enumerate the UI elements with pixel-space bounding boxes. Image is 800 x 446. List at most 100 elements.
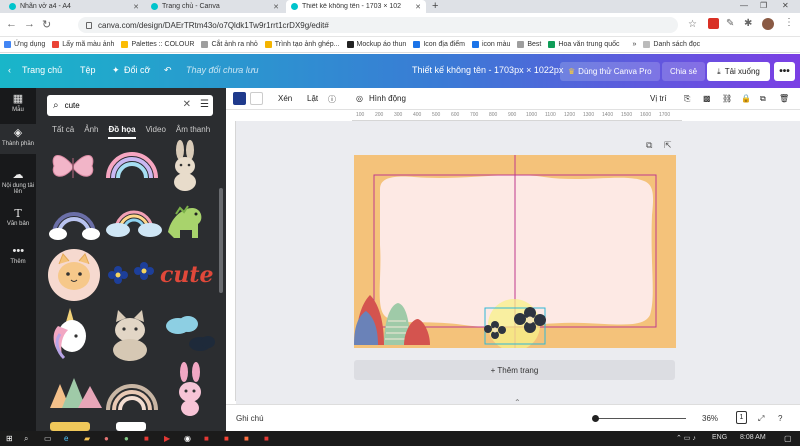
bookmarks-more-icon[interactable]: » bbox=[633, 41, 637, 48]
position-button[interactable]: Vị trí bbox=[650, 94, 666, 103]
zoom-slider-handle[interactable] bbox=[592, 415, 599, 422]
app-icon[interactable]: ● bbox=[104, 434, 109, 443]
search-box[interactable]: ⌕ ✕ ☰ bbox=[47, 95, 213, 116]
unicorn-sticker[interactable] bbox=[48, 304, 98, 362]
url-field[interactable]: canva.com/design/DAErTRtm43o/o7Qldk1Tw9r… bbox=[78, 17, 678, 33]
sticker-partial[interactable] bbox=[116, 422, 146, 431]
paint-format-icon[interactable]: ⎘ bbox=[684, 94, 690, 104]
resize-button[interactable]: Đổi cỡ bbox=[124, 65, 150, 75]
add-page-button[interactable]: + Thêm trang bbox=[354, 360, 675, 380]
cat-face-sticker[interactable] bbox=[47, 248, 101, 302]
reading-list[interactable]: Danh sách đọc bbox=[643, 41, 700, 48]
rainbow-sticker[interactable] bbox=[104, 150, 160, 180]
edge-icon[interactable]: e bbox=[64, 434, 68, 443]
bookmark[interactable]: icon màu bbox=[471, 41, 510, 48]
puzzle-icon[interactable]: ✱ bbox=[744, 18, 752, 29]
tray-icons[interactable]: ⌃ ▭ ♪ bbox=[676, 434, 696, 442]
pink-bunny-sticker[interactable] bbox=[170, 362, 210, 418]
tab-graphics[interactable]: Đồ họa bbox=[108, 125, 136, 139]
undo-icon[interactable]: ↶ bbox=[164, 65, 172, 76]
app-icon[interactable]: ■ bbox=[264, 434, 269, 443]
app-icon[interactable]: ■ bbox=[224, 434, 229, 443]
sticker-partial[interactable] bbox=[50, 422, 90, 431]
rail-item-more[interactable]: ••• Thêm bbox=[0, 246, 36, 272]
back-chevron-icon[interactable]: ‹ bbox=[8, 65, 11, 75]
file-explorer-icon[interactable]: ▰ bbox=[84, 434, 90, 443]
app-icon[interactable]: ■ bbox=[244, 434, 249, 443]
transparency-icon[interactable]: ▩ bbox=[703, 94, 711, 103]
fullscreen-icon[interactable]: ⤢ bbox=[758, 414, 764, 424]
bookmark[interactable]: Best bbox=[517, 41, 541, 48]
bookmark-apps[interactable]: Ứng dụng bbox=[4, 41, 45, 48]
animate-button[interactable]: Hình động bbox=[369, 94, 406, 103]
close-tab-icon[interactable]: ✕ bbox=[273, 3, 279, 11]
pen-icon[interactable]: ✎ bbox=[726, 18, 734, 29]
color-swatch[interactable] bbox=[233, 92, 246, 105]
back-icon[interactable]: ← bbox=[6, 18, 17, 30]
bookmark[interactable]: Palettes :: COLOUR bbox=[121, 41, 194, 48]
share-button[interactable]: Chia sẻ bbox=[662, 62, 706, 81]
file-menu[interactable]: Tệp bbox=[80, 65, 96, 75]
bookmark[interactable]: Mockup áo thun bbox=[346, 41, 406, 48]
flip-button[interactable]: Lật bbox=[307, 94, 318, 103]
app-icon[interactable]: ■ bbox=[204, 434, 209, 443]
bookmark[interactable]: Trình tạo ảnh ghép... bbox=[264, 41, 340, 48]
app-icon[interactable]: ▶ bbox=[164, 434, 170, 443]
browser-tab-active[interactable]: Thiết kế không tên - 1703 × 102 ✕ bbox=[286, 0, 426, 13]
delete-icon[interactable]: 🗑 bbox=[779, 94, 789, 103]
download-button[interactable]: ⤓ Tải xuống bbox=[707, 62, 770, 81]
app-icon[interactable]: ● bbox=[124, 434, 129, 443]
lock-element-icon[interactable]: 🔒 bbox=[741, 94, 751, 103]
bookmark[interactable]: Cắt ảnh ra nhỏ bbox=[201, 41, 258, 48]
browser-tab[interactable]: Trang chủ - Canva ✕ bbox=[146, 0, 284, 13]
app-icon[interactable]: ■ bbox=[144, 434, 149, 443]
windows-start-icon[interactable]: ⊞ bbox=[6, 434, 13, 443]
cat-sticker[interactable] bbox=[104, 304, 156, 362]
butterfly-sticker[interactable] bbox=[48, 148, 98, 184]
zoom-level[interactable]: 36% bbox=[702, 414, 718, 423]
copy-page-icon[interactable]: ⧉ bbox=[646, 140, 652, 151]
crop-button[interactable]: Xén bbox=[278, 94, 292, 103]
tab-photos[interactable]: Ảnh bbox=[84, 125, 98, 139]
close-tab-icon[interactable]: ✕ bbox=[415, 3, 421, 11]
zoom-slider[interactable] bbox=[596, 418, 686, 419]
rail-item-templates[interactable]: ▦ Mẫu bbox=[0, 94, 36, 120]
rainbow-cloud-sticker[interactable] bbox=[48, 198, 100, 242]
more-options-button[interactable]: ••• bbox=[774, 62, 795, 81]
design-page[interactable] bbox=[354, 155, 676, 348]
add-page-icon[interactable]: ⇱ bbox=[664, 140, 672, 151]
cloud-rainbow-sticker[interactable] bbox=[104, 204, 162, 238]
chrome-icon[interactable]: ◉ bbox=[184, 434, 191, 443]
rail-item-text[interactable]: T Văn bản bbox=[0, 208, 36, 234]
cute-text-sticker[interactable]: cute bbox=[160, 260, 216, 290]
help-icon[interactable]: ? bbox=[778, 414, 782, 423]
avatar[interactable] bbox=[762, 18, 774, 30]
duplicate-icon[interactable]: ⧉ bbox=[760, 94, 766, 104]
clear-search-icon[interactable]: ✕ bbox=[183, 99, 191, 110]
notes-button[interactable]: Ghi chú bbox=[236, 414, 264, 423]
bunny-sticker[interactable] bbox=[168, 140, 202, 192]
close-tab-icon[interactable]: ✕ bbox=[133, 3, 139, 11]
mountains-sticker[interactable] bbox=[48, 370, 104, 410]
filter-icon[interactable]: ☰ bbox=[200, 99, 209, 110]
search-input[interactable] bbox=[64, 101, 175, 110]
color-swatch-secondary[interactable] bbox=[250, 92, 263, 105]
rainbow-arch-sticker[interactable] bbox=[102, 364, 162, 412]
reload-icon[interactable]: ↻ bbox=[42, 18, 51, 31]
tab-video[interactable]: Video bbox=[146, 125, 166, 139]
chrome-menu-icon[interactable]: ⋮ bbox=[784, 17, 794, 28]
search-icon[interactable]: ⌕ bbox=[24, 434, 28, 444]
bookmark[interactable]: Hoa văn trung quốc bbox=[548, 41, 620, 48]
forward-icon[interactable]: → bbox=[24, 18, 35, 30]
home-link[interactable]: Trang chủ bbox=[22, 65, 62, 75]
bookmark[interactable]: Lấy mã màu ảnh bbox=[52, 41, 114, 48]
extension-icon[interactable] bbox=[708, 18, 719, 29]
info-icon[interactable]: ⓘ bbox=[328, 94, 336, 105]
language-indicator[interactable]: ENG bbox=[712, 434, 727, 441]
link-icon[interactable]: ⛓ bbox=[722, 94, 732, 103]
rail-item-elements[interactable]: ◈ Thành phần bbox=[0, 124, 36, 154]
dinosaur-sticker[interactable] bbox=[162, 194, 208, 244]
rail-item-uploads[interactable]: ☁ Nội dung tải lên bbox=[0, 170, 36, 200]
clouds-sticker[interactable] bbox=[160, 314, 216, 356]
clock[interactable]: 8:08 AM bbox=[740, 434, 766, 441]
